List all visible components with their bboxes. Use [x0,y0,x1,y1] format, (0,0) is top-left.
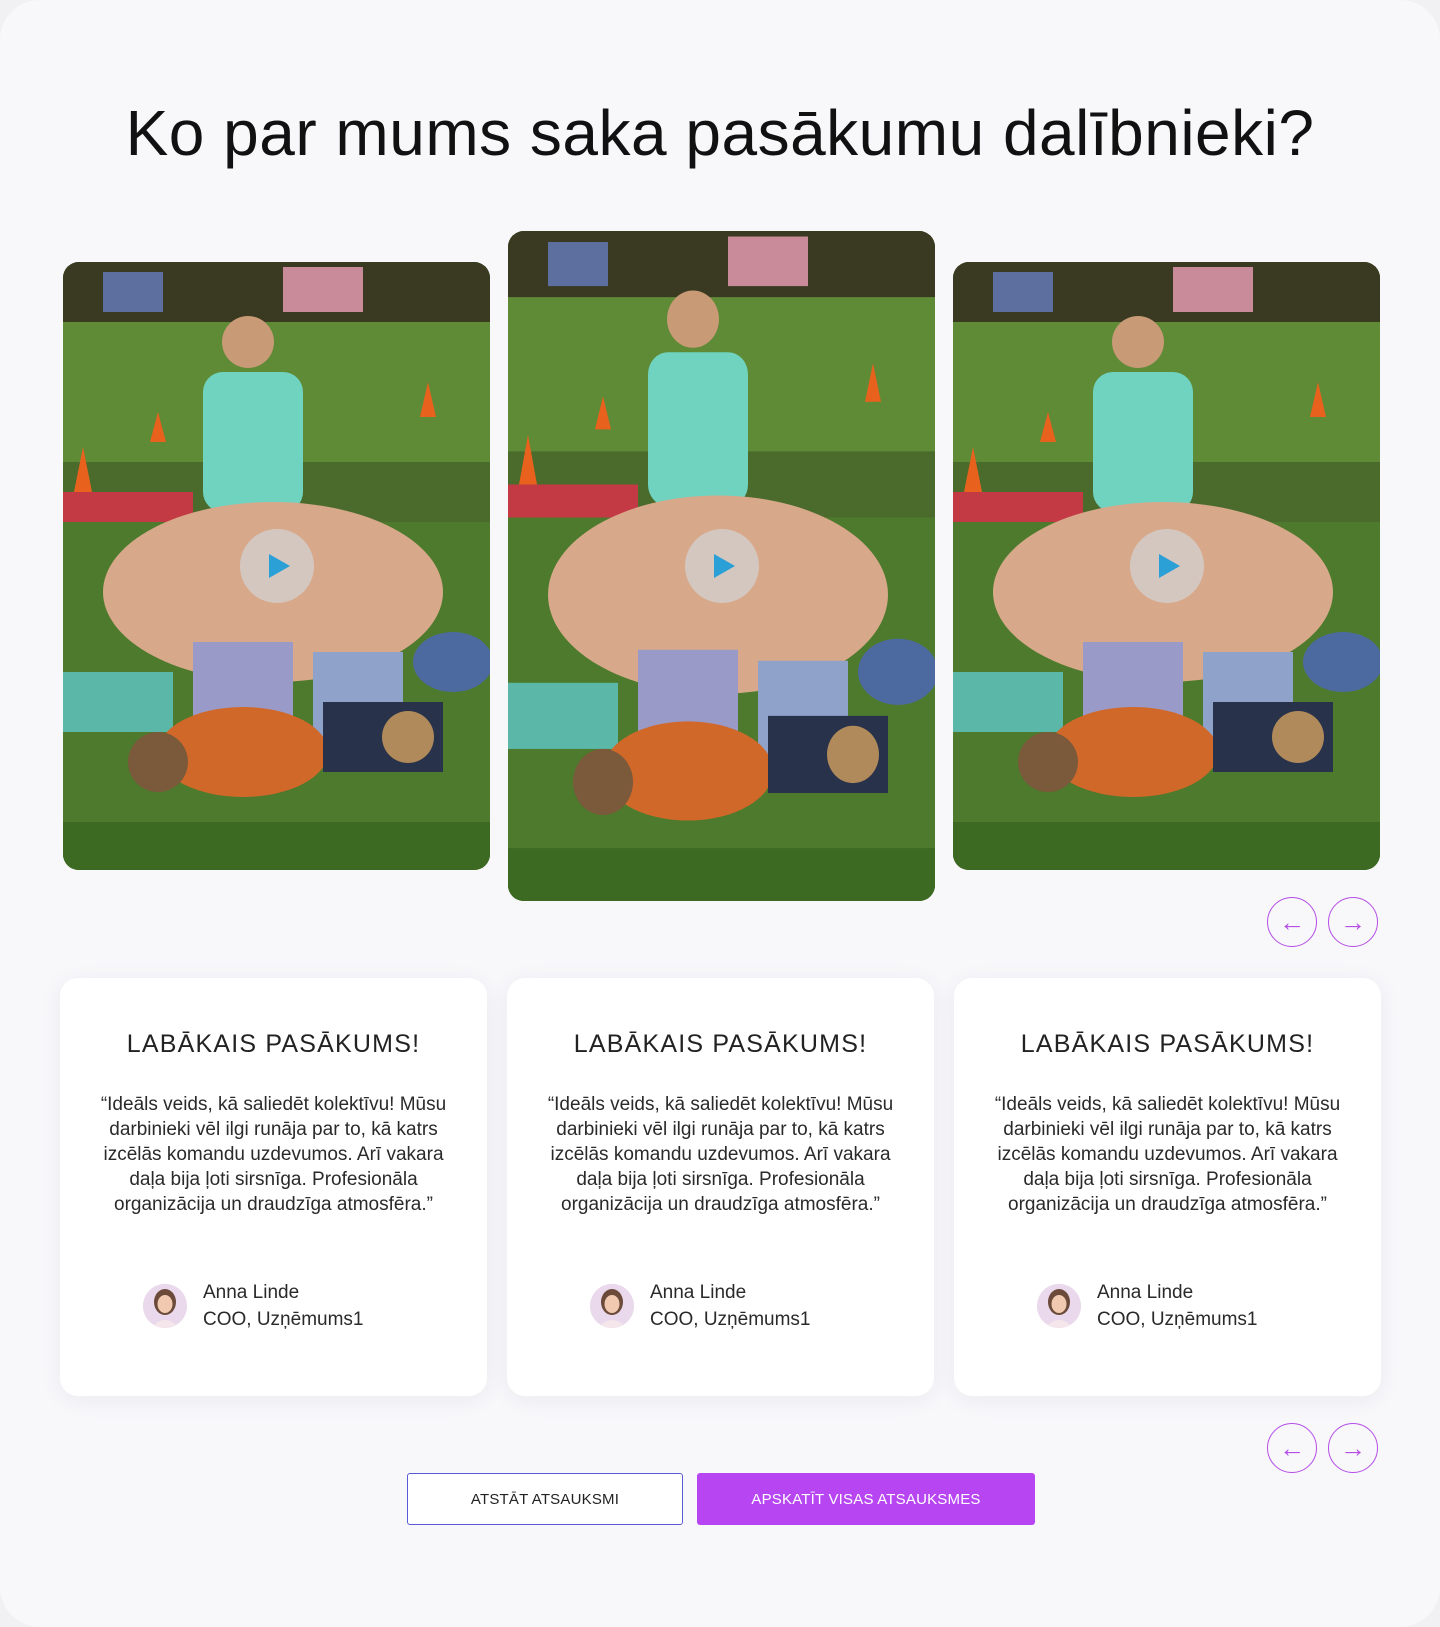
leave-review-button[interactable]: ATSTĀT ATSAUKSMI [407,1473,683,1525]
testimonial-author: Anna Linde COO, Uzņēmums1 [590,1278,810,1334]
play-icon [1159,554,1180,578]
video-prev-button[interactable]: ← [1267,897,1317,947]
testimonial-title: LABĀKAIS PASĀKUMS! [126,1030,421,1058]
arrow-left-icon: ← [1279,907,1305,937]
testimonial-next-button[interactable]: → [1328,1423,1378,1473]
arrow-right-icon: → [1340,1433,1366,1463]
video-card-2[interactable] [508,231,935,901]
view-all-reviews-button[interactable]: APSKATĪT VISAS ATSAUKSMES [697,1473,1035,1525]
testimonial-author: Anna Linde COO, Uzņēmums1 [143,1278,363,1334]
author-role: COO, Uzņēmums1 [1097,1309,1258,1330]
avatar [590,1284,634,1328]
video-next-button[interactable]: → [1328,897,1378,947]
play-icon [714,554,735,578]
testimonial-card: LABĀKAIS PASĀKUMS! “Ideāls veids, kā sal… [60,978,487,1396]
video-card-3[interactable] [953,262,1380,870]
testimonial-quote: “Ideāls veids, kā saliedēt kolektīvu! Mū… [100,1094,447,1215]
play-button[interactable] [1129,529,1204,603]
testimonial-card: LABĀKAIS PASĀKUMS! “Ideāls veids, kā sal… [954,978,1381,1396]
testimonial-title: LABĀKAIS PASĀKUMS! [573,1030,868,1058]
testimonial-card: LABĀKAIS PASĀKUMS! “Ideāls veids, kā sal… [507,978,934,1396]
section-title: Ko par mums saka pasākumu dalībnieki? [125,97,1315,169]
author-name: Anna Linde [650,1282,747,1303]
author-role: COO, Uzņēmums1 [650,1309,811,1330]
testimonial-author: Anna Linde COO, Uzņēmums1 [1037,1278,1257,1334]
testimonial-prev-button[interactable]: ← [1267,1423,1317,1473]
avatar [143,1284,187,1328]
arrow-right-icon: → [1340,907,1366,937]
testimonials-section: Ko par mums saka pasākumu dalībnieki? ← … [0,0,1440,1627]
play-button[interactable] [684,529,759,603]
testimonial-title: LABĀKAIS PASĀKUMS! [1020,1030,1315,1058]
avatar [1037,1284,1081,1328]
video-card-1[interactable] [63,262,490,870]
play-button[interactable] [239,529,314,603]
author-role: COO, Uzņēmums1 [203,1309,364,1330]
author-name: Anna Linde [203,1282,300,1303]
arrow-left-icon: ← [1279,1433,1305,1463]
testimonial-quote: “Ideāls veids, kā saliedēt kolektīvu! Mū… [547,1094,894,1215]
author-name: Anna Linde [1097,1282,1194,1303]
play-icon [269,554,290,578]
testimonial-quote: “Ideāls veids, kā saliedēt kolektīvu! Mū… [994,1094,1341,1215]
